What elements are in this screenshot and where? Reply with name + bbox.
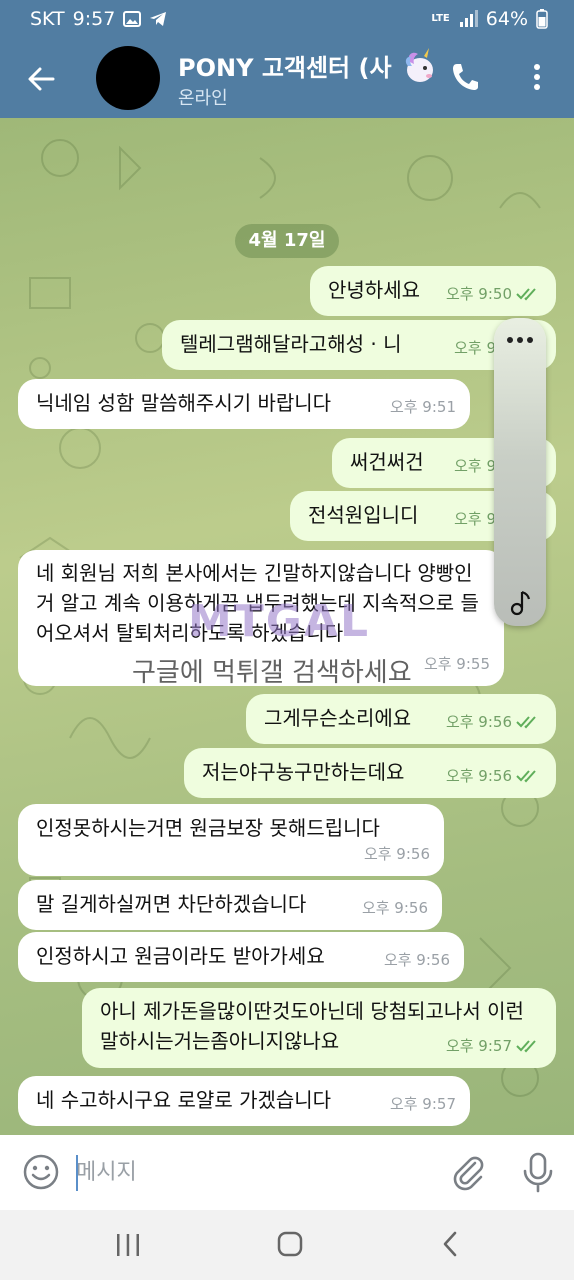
message-meta: 오후 9:56 xyxy=(362,894,428,922)
back-button[interactable] xyxy=(18,56,64,102)
message-meta: 오후 9 xyxy=(454,452,496,480)
message-bubble-outgoing[interactable]: 저는야구농구만하는데요 오후 9:56 xyxy=(184,748,556,798)
watermark-caption: 구글에 먹튀갤 검색하세요 xyxy=(132,658,412,688)
message-bubble-outgoing[interactable]: 안녕하세요 오후 9:50 xyxy=(310,266,556,316)
floating-player-panel[interactable] xyxy=(494,318,546,626)
message-bubble-incoming[interactable]: 인정하시고 원금이라도 받아가세요 오후 9:56 xyxy=(18,932,464,982)
message-bubble-incoming[interactable]: 닉네임 성함 말씀해주시기 바랍니다 오후 9:51 xyxy=(18,379,470,429)
message-bubble-incoming[interactable]: 말 길게하실꺼면 차단하겠습니다 오후 9:56 xyxy=(18,880,442,930)
home-icon[interactable] xyxy=(276,1230,304,1258)
message-text: 텔레그램해달라고해성 · 니 xyxy=(180,332,402,356)
message-text: 닉네임 성함 말씀해주시기 바랍니다 xyxy=(36,391,332,415)
message-time: 오후 9:56 xyxy=(363,845,430,863)
more-vertical-icon xyxy=(534,64,540,90)
mic-icon[interactable] xyxy=(520,1151,556,1193)
message-time: 오후 9:56 xyxy=(361,899,428,917)
text-cursor xyxy=(76,1155,78,1191)
message-meta: 오후 9:55 xyxy=(424,650,490,678)
chat-header: PONY 고객센터 (사 온라인 xyxy=(0,38,574,118)
double-check-icon xyxy=(516,716,536,729)
message-meta: 오후 9:56 xyxy=(446,708,542,736)
message-time: 오후 9:51 xyxy=(389,398,456,416)
message-composer: 메시지 xyxy=(0,1135,574,1210)
message-time: 오후 9:55 xyxy=(423,655,490,673)
message-time: 오후 9 xyxy=(454,510,496,528)
double-check-icon xyxy=(516,1040,536,1053)
back-icon[interactable] xyxy=(440,1230,460,1258)
message-text: 인정못하시는거면 원금보장 못해드립니다 xyxy=(36,816,380,840)
message-text: 안녕하세요 xyxy=(328,278,420,302)
message-meta: 오후 9:57 xyxy=(390,1090,456,1118)
attach-icon[interactable] xyxy=(448,1151,488,1193)
message-time: 오후 9 xyxy=(454,457,496,475)
message-time: 오후 9:56 xyxy=(383,951,450,969)
unicorn-icon xyxy=(405,48,433,82)
watermark-logo: MTGAL xyxy=(188,596,371,647)
emoji-icon[interactable] xyxy=(22,1153,60,1191)
message-meta: 오후 9 xyxy=(454,334,496,362)
double-check-icon xyxy=(516,770,536,783)
music-note-icon[interactable] xyxy=(508,590,532,616)
double-check-icon xyxy=(516,288,536,301)
more-menu-button[interactable] xyxy=(522,60,552,100)
message-text: 네 수고하시구요 로얄로 가겠습니다 xyxy=(36,1088,332,1112)
clock: 9:57 xyxy=(72,8,116,30)
battery-percent: 64% xyxy=(485,8,528,30)
message-meta: 오후 9:50 xyxy=(446,280,542,308)
telegram-notification-icon xyxy=(150,12,167,26)
message-text: 전석원입니디 xyxy=(308,503,419,527)
chat-area[interactable]: 4월 17일 안녕하세요 오후 9:50 텔레그램해달라고해성 · 니 오후 9… xyxy=(0,118,574,1135)
message-bubble-incoming[interactable]: 네 수고하시구요 로얄로 가겠습니다 오후 9:57 xyxy=(18,1076,470,1126)
carrier-label: SKT xyxy=(30,8,65,30)
network-label: LTE xyxy=(431,13,450,24)
message-text: 그게무슨소리에요 xyxy=(264,706,412,730)
message-text: 저는야구농구만하는데요 xyxy=(202,760,405,784)
status-bar: SKT 9:57 LTE 64% xyxy=(0,0,574,38)
message-text: 인정하시고 원금이라도 받아가세요 xyxy=(36,944,325,968)
message-meta: 오후 9:56 xyxy=(446,762,542,790)
chat-title[interactable]: PONY 고객센터 (사 xyxy=(178,48,433,82)
message-time: 오후 9:50 xyxy=(445,285,512,303)
message-text: 써건써건 xyxy=(350,450,424,474)
message-meta: 오후 9 xyxy=(454,505,496,533)
message-meta: 오후 9:56 xyxy=(364,840,430,868)
status-right: LTE 64% xyxy=(431,8,548,30)
message-meta: 오후 9:56 xyxy=(384,946,450,974)
recents-icon[interactable] xyxy=(114,1232,142,1258)
phone-icon xyxy=(453,64,478,90)
date-badge: 4월 17일 xyxy=(235,224,339,258)
message-time: 오후 9:57 xyxy=(389,1095,456,1113)
message-meta: 오후 9:57 xyxy=(446,1032,542,1060)
message-bubble-outgoing[interactable]: 그게무슨소리에요 오후 9:56 xyxy=(246,694,556,744)
system-navigation-bar xyxy=(0,1210,574,1280)
message-time: 오후 9:57 xyxy=(445,1037,512,1055)
more-horizontal-icon[interactable] xyxy=(504,332,536,348)
message-time: 오후 9:56 xyxy=(445,767,512,785)
message-bubble-incoming[interactable]: 인정못하시는거면 원금보장 못해드립니다 오후 9:56 xyxy=(18,804,444,876)
message-meta: 오후 9:51 xyxy=(390,393,456,421)
status-left: SKT 9:57 xyxy=(30,8,167,30)
back-arrow-icon xyxy=(28,67,55,91)
message-input[interactable]: 메시지 xyxy=(76,1153,436,1193)
signal-icon xyxy=(459,10,478,27)
online-status: 온라인 xyxy=(178,88,228,109)
avatar[interactable] xyxy=(96,46,160,110)
battery-icon xyxy=(536,9,548,29)
message-time: 오후 9:56 xyxy=(445,713,512,731)
telegram-chat-screen: SKT 9:57 LTE 64% PONY 고객센터 (사 온라인 4월 17일… xyxy=(0,0,574,1280)
message-time: 오후 9 xyxy=(454,339,496,357)
message-bubble-outgoing[interactable]: 아니 제가돈을많이딴것도아닌데 당첨되고나서 이런말하시는거는좀아니지않나요 오… xyxy=(82,988,556,1068)
call-button[interactable] xyxy=(448,60,488,100)
message-text: 말 길게하실꺼면 차단하겠습니다 xyxy=(36,892,307,916)
gallery-icon xyxy=(123,11,142,27)
